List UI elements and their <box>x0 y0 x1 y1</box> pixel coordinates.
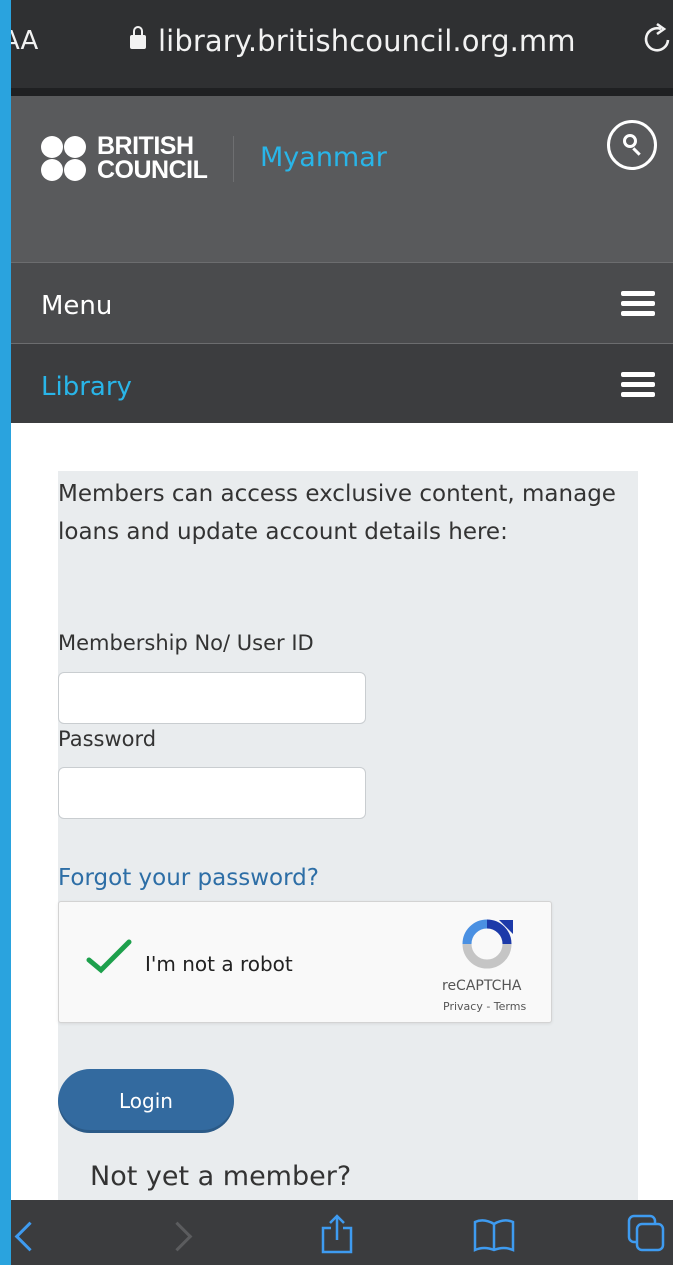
library-label: Library <box>41 372 132 402</box>
british-council-logo[interactable]: BRITISH COUNCIL <box>41 134 211 184</box>
chevron-right-icon[interactable] <box>162 1221 193 1252</box>
browser-address-bar: AA library.britishcouncil.org.mm <box>11 0 673 88</box>
menu-toggle[interactable]: Menu <box>11 262 673 343</box>
address-bar-shadow <box>11 88 673 96</box>
hamburger-icon[interactable] <box>621 291 655 316</box>
checkmark-icon[interactable] <box>85 932 135 982</box>
text-size-button[interactable]: AA <box>11 26 38 56</box>
book-icon[interactable] <box>473 1218 515 1256</box>
forgot-password-link[interactable]: Forgot your password? <box>58 865 319 891</box>
password-input[interactable] <box>58 767 366 819</box>
site-header: BRITISH COUNCIL Myanmar <box>11 96 673 262</box>
user-id-input[interactable] <box>58 672 366 724</box>
text-size-label: AA <box>11 26 39 56</box>
browser-toolbar <box>11 1200 673 1265</box>
header-divider <box>233 136 234 182</box>
recaptcha-logo-icon <box>459 918 515 970</box>
region-label[interactable]: Myanmar <box>260 142 387 173</box>
phone-screen: AA library.britishcouncil.org.mm BRITISH… <box>11 0 673 1265</box>
password-label: Password <box>58 727 157 751</box>
reload-icon[interactable] <box>643 22 673 62</box>
tabs-icon[interactable] <box>627 1214 667 1258</box>
hamburger-icon[interactable] <box>621 372 655 397</box>
not-member-heading: Not yet a member? <box>90 1161 352 1192</box>
logo-line-2: COUNCIL <box>97 156 208 184</box>
logo-line-1: BRITISH <box>97 132 194 160</box>
library-section-toggle[interactable]: Library <box>11 343 673 423</box>
login-intro: Members can access exclusive content, ma… <box>58 481 616 545</box>
user-id-label: Membership No/ User ID <box>58 631 314 655</box>
url-text: library.britishcouncil.org.mm <box>158 24 576 58</box>
recaptcha-brand: reCAPTCHA <box>442 978 522 994</box>
search-icon[interactable] <box>607 120 657 170</box>
logo-text: BRITISH COUNCIL <box>97 132 208 184</box>
login-panel: Members can access exclusive content, ma… <box>58 471 638 1211</box>
share-icon[interactable] <box>319 1214 355 1258</box>
login-button[interactable]: Login <box>58 1069 234 1133</box>
url-field[interactable]: library.britishcouncil.org.mm <box>130 24 576 58</box>
chevron-left-icon[interactable] <box>14 1221 45 1252</box>
menu-label: Menu <box>41 291 113 321</box>
recaptcha-widget: I'm not a robot reCAPTCHA Privacy - Term… <box>58 901 552 1023</box>
logo-dots-icon <box>41 136 93 184</box>
captcha-label: I'm not a robot <box>145 952 293 976</box>
recaptcha-terms-link[interactable]: Privacy - Terms <box>443 1000 526 1013</box>
lock-icon <box>130 26 146 49</box>
